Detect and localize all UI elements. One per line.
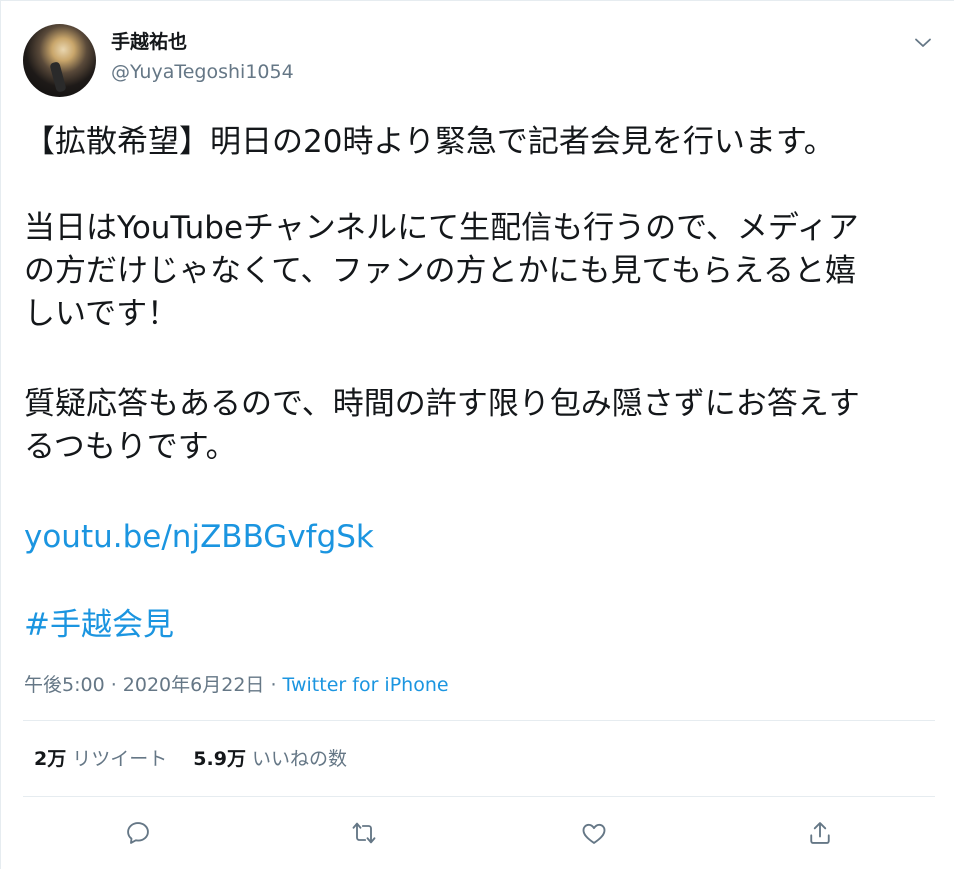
- retweet-stat[interactable]: 2万 リツイート: [34, 748, 167, 770]
- tweet-line: るつもりです。: [24, 429, 237, 465]
- like-stat[interactable]: 5.9万 いいねの数: [193, 748, 347, 770]
- retweet-count: 2万: [34, 748, 67, 770]
- tweet-paragraph-2: 当日はYouTubeチャンネルにて生配信も行うので、メディア の方だけじゃなくて…: [24, 207, 936, 336]
- like-count: 5.9万: [193, 748, 246, 770]
- tweet-line: 当日はYouTubeチャンネルにて生配信も行うので、メディア: [24, 210, 859, 246]
- timestamp[interactable]: 午後5:00 · 2020年6月22日 ·: [24, 674, 283, 696]
- avatar[interactable]: [23, 24, 96, 97]
- engagement-stats: 2万 リツイート 5.9万 いいねの数: [34, 747, 347, 771]
- retweet-label: リツイート: [72, 748, 168, 770]
- tweet-line: しいです！: [24, 296, 179, 332]
- divider: [23, 720, 935, 721]
- tweet-meta: 午後5:00 · 2020年6月22日 · Twitter for iPhone: [24, 673, 449, 697]
- user-handle[interactable]: @YuyaTegoshi1054: [111, 61, 294, 83]
- youtube-link[interactable]: youtu.be/njZBBGvfgSk: [24, 516, 374, 559]
- tweet-card: 手越祐也 @YuyaTegoshi1054 【拡散希望】明日の20時より緊急で記…: [0, 0, 954, 869]
- reply-icon[interactable]: [122, 817, 154, 849]
- hashtag-link[interactable]: #手越会見: [24, 604, 174, 647]
- tweet-line-1: 【拡散希望】明日の20時より緊急で記者会見を行います。: [24, 124, 835, 160]
- tweet-line: の方だけじゃなくて、ファンの方とかにも見てもらえると嬉: [24, 253, 857, 289]
- source-link[interactable]: Twitter for iPhone: [283, 674, 449, 696]
- retweet-icon[interactable]: [348, 817, 380, 849]
- like-label: いいねの数: [252, 748, 348, 770]
- tweet-paragraph-3: 質疑応答もあるので、時間の許す限り包み隠さずにお答えす るつもりです。: [24, 383, 936, 469]
- tweet-line: 質疑応答もあるので、時間の許す限り包み隠さずにお答えす: [24, 386, 860, 422]
- share-icon[interactable]: [804, 817, 836, 849]
- display-name[interactable]: 手越祐也: [111, 31, 187, 53]
- avatar-image-detail: [49, 61, 67, 93]
- chevron-down-icon[interactable]: [911, 31, 935, 55]
- divider: [23, 796, 935, 797]
- heart-icon[interactable]: [578, 817, 610, 849]
